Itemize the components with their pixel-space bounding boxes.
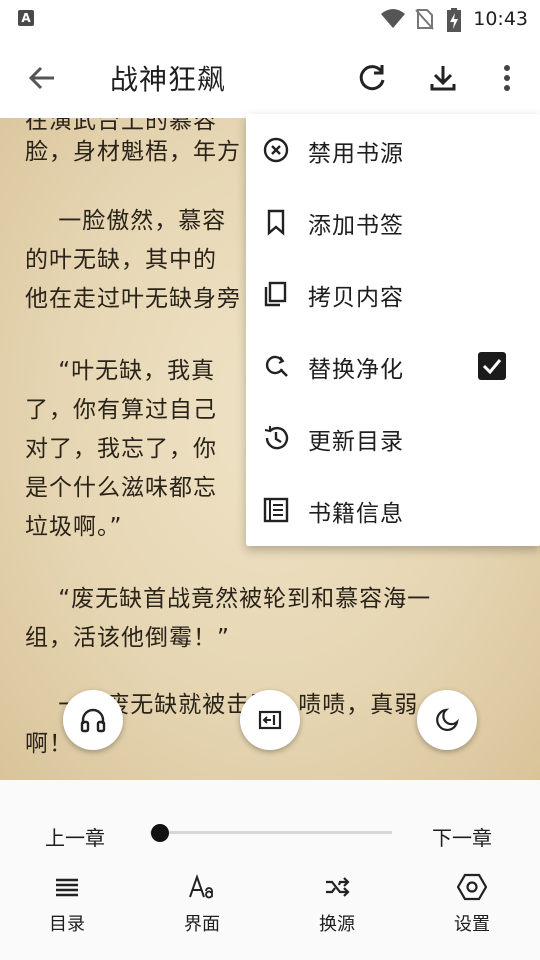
change-source-button[interactable]: 换源 (292, 872, 382, 942)
copy-icon (264, 281, 287, 307)
menu-item-label: 添加书签 (308, 213, 404, 239)
book-info-icon (263, 497, 289, 523)
more-vert-icon[interactable] (487, 58, 527, 98)
night-mode-icon (436, 708, 459, 731)
menu-item-label: 更新目录 (308, 429, 404, 455)
download-icon[interactable] (423, 58, 463, 98)
next-chapter-button[interactable]: 下一章 (432, 822, 492, 851)
status-bar: A 10:43 (0, 0, 540, 38)
refresh-icon[interactable] (352, 58, 392, 98)
interface-button[interactable]: 界面 (157, 872, 247, 942)
menu-item-copy-content[interactable]: 拷贝内容 (246, 258, 540, 330)
book-title: 战神狂飙 (110, 63, 227, 96)
history-icon (264, 426, 289, 450)
slider-thumb[interactable] (151, 824, 169, 842)
settings-label: 设置 (454, 914, 490, 935)
exit-text-icon (258, 710, 282, 730)
night-mode-button[interactable] (417, 690, 477, 750)
list-icon (56, 878, 78, 897)
back-arrow-icon[interactable] (22, 58, 62, 98)
no-sim-icon (415, 9, 434, 30)
menu-item-label: 禁用书源 (308, 141, 404, 167)
menu-item-label: 替换净化 (308, 357, 404, 383)
bookmark-icon (267, 209, 285, 236)
menu-item-label: 书籍信息 (308, 501, 404, 527)
toc-label: 目录 (49, 914, 85, 935)
settings-hexagon-icon (457, 873, 487, 901)
headphones-icon (80, 708, 106, 733)
find-replace-icon (265, 355, 288, 377)
text-paragraph: “废无缺首战竟然被轮到和慕容海一 组，活该他倒霉！” (25, 586, 432, 651)
app-bar: 战神狂飙 (0, 38, 540, 118)
menu-item-disable-source[interactable]: 禁用书源 (246, 114, 540, 186)
menu-item-book-info[interactable]: 书籍信息 (246, 474, 540, 546)
read-aloud-button[interactable] (63, 690, 123, 750)
menu-item-update-toc[interactable]: 更新目录 (246, 402, 540, 474)
wifi-icon (381, 9, 405, 28)
notification-app-icon: A (18, 10, 34, 26)
battery-charging-icon (447, 8, 461, 32)
auto-page-button[interactable] (240, 690, 300, 750)
bottom-panel: 上一章 下一章 目录 界面 换源 设置 (0, 780, 540, 960)
settings-button[interactable]: 设置 (427, 872, 517, 942)
status-time: 10:43 (473, 8, 528, 30)
check-icon (482, 359, 502, 375)
shuffle-icon (326, 877, 350, 897)
chapter-progress-slider[interactable] (150, 831, 392, 834)
menu-item-replace-purify[interactable]: 替换净化 (246, 330, 540, 402)
prev-chapter-button[interactable]: 上一章 (45, 822, 105, 851)
font-size-icon (189, 873, 213, 899)
replace-purify-checkbox[interactable] (478, 352, 506, 380)
toc-button[interactable]: 目录 (22, 872, 112, 942)
block-circle-icon (263, 137, 289, 163)
interface-label: 界面 (184, 914, 220, 935)
overflow-menu: 禁用书源 添加书签 拷贝内容 替换净化 更新目录 书籍信息 (246, 114, 540, 546)
menu-item-label: 拷贝内容 (308, 285, 404, 311)
menu-item-add-bookmark[interactable]: 添加书签 (246, 186, 540, 258)
change-source-label: 换源 (319, 914, 355, 935)
